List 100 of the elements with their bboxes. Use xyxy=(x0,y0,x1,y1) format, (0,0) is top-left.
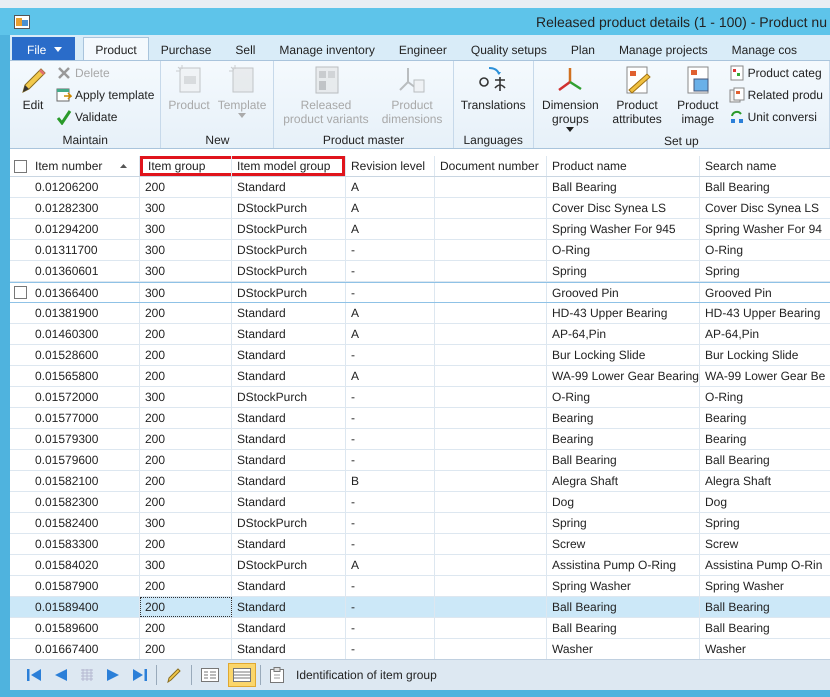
table-row[interactable]: 0.01381900 200 Standard A HD-43 Upper Bearing HD-43 Upper Bearing xyxy=(10,303,830,324)
ribbon-button[interactable]: Product image xyxy=(671,63,725,127)
table-cell: O-Ring xyxy=(552,243,590,257)
table-row[interactable]: 0.01282300 300 DStockPurch A Cover Disc Synea LS Cover Disc Synea LS xyxy=(10,198,830,219)
column-header[interactable]: Product name xyxy=(547,156,700,176)
table-cell: 0.01565800 xyxy=(35,369,98,383)
table-row[interactable]: 0.01294200 300 DStockPurch A Spring Washer For 945 Spring Washer For 94 xyxy=(10,219,830,240)
table-cell: 300 xyxy=(145,201,166,215)
table-cell: 200 xyxy=(145,642,166,656)
table-cell: Ball Bearing xyxy=(705,600,770,614)
table-cell: 200 xyxy=(145,495,166,509)
cross-icon xyxy=(56,65,72,81)
ribbon-button[interactable]: Product categ xyxy=(726,63,825,83)
ribbon-button[interactable]: Product attributes xyxy=(605,63,669,127)
table-cell: 0.01582100 xyxy=(35,474,98,488)
table-row[interactable]: 0.01582100 200 Standard B Alegra Shaft Alegra Shaft xyxy=(10,471,830,492)
column-header[interactable]: Item group xyxy=(140,156,232,176)
table-row[interactable]: 0.01360601 300 DStockPurch - Spring Spring xyxy=(10,261,830,282)
table-cell: Spring xyxy=(705,264,740,278)
table-cell: Bearing xyxy=(705,411,746,425)
table-cell: - xyxy=(351,621,355,635)
ribbon-tab[interactable]: Product xyxy=(83,37,149,60)
table-cell: 200 xyxy=(145,306,166,320)
table-cell: 0.01584020 xyxy=(35,558,98,572)
table-row[interactable]: 0.01528600 200 Standard - Bur Locking Slide Bur Locking Slide xyxy=(10,345,830,366)
table-row[interactable]: 0.01583300 200 Standard - Screw Screw xyxy=(10,534,830,555)
table-cell: 300 xyxy=(145,264,166,278)
table-cell: Standard xyxy=(237,600,286,614)
ribbon-tab[interactable]: Engineer xyxy=(386,37,459,60)
table-cell: Standard xyxy=(237,474,286,488)
table-cell: 200 xyxy=(145,474,166,488)
table-row[interactable]: 0.01366400 300 DStockPurch - Grooved Pin Grooved Pin xyxy=(10,282,830,303)
table-cell: DStockPurch xyxy=(237,558,308,572)
table-cell: DStockPurch xyxy=(237,201,308,215)
ribbon-button[interactable]: Dimension groups xyxy=(538,63,604,133)
table-row[interactable]: 0.01311700 300 DStockPurch - O-Ring O-Ring xyxy=(10,240,830,261)
file-tab[interactable]: File xyxy=(12,37,76,60)
ribbon-button[interactable]: Translations xyxy=(458,63,529,113)
column-header[interactable]: Item model group xyxy=(232,156,346,176)
ribbon-button[interactable]: Unit conversi xyxy=(726,107,825,127)
ribbon-tab[interactable]: Quality setups xyxy=(458,37,559,60)
table-cell: - xyxy=(351,243,355,257)
ribbon-tab[interactable]: Manage cos xyxy=(720,37,810,60)
table-cell: 200 xyxy=(145,411,166,425)
table-cell: 0.01460300 xyxy=(35,327,98,341)
table-cell: 200 xyxy=(145,369,166,383)
table-cell: O-Ring xyxy=(705,243,744,257)
ribbon-button[interactable]: Edit xyxy=(14,63,52,113)
table-cell: 300 xyxy=(145,516,166,530)
table-cell: 0.01366400 xyxy=(35,286,98,300)
caret-icon xyxy=(238,113,246,118)
table-cell: 0.01579300 xyxy=(35,432,98,446)
table-cell: Spring xyxy=(552,264,587,278)
table-cell: DStockPurch xyxy=(237,286,308,300)
column-header[interactable]: Search name xyxy=(700,156,830,176)
ribbon-button[interactable]: Validate xyxy=(54,107,156,127)
table-cell: 0.01589600 xyxy=(35,621,98,635)
table-row[interactable]: 0.01206200 200 Standard A Ball Bearing Ball Bearing xyxy=(10,177,830,198)
table-row[interactable]: 0.01579300 200 Standard - Bearing Bearing xyxy=(10,429,830,450)
table-row[interactable]: 0.01582400 300 DStockPurch - Spring Spring xyxy=(10,513,830,534)
table-row[interactable]: 0.01565800 200 Standard A WA-99 Lower Gear Bearing WA-99 Lower Gear Be xyxy=(10,366,830,387)
table-cell: Ball Bearing xyxy=(705,621,770,635)
row-checkbox[interactable] xyxy=(14,286,26,299)
column-header[interactable]: Revision level xyxy=(346,156,435,176)
table-cell: Ball Bearing xyxy=(705,180,770,194)
table-cell: 0.01577000 xyxy=(35,411,98,425)
table-cell: Grooved Pin xyxy=(705,286,772,300)
ribbon-tab[interactable]: Plan xyxy=(558,37,607,60)
table-cell: - xyxy=(351,411,355,425)
table-cell: Standard xyxy=(237,432,286,446)
table-row[interactable]: 0.01572000 300 DStockPurch - O-Ring O-Ring xyxy=(10,387,830,408)
ribbon-tab[interactable]: Manage inventory xyxy=(267,37,387,60)
group-label: Product master xyxy=(322,132,406,148)
ribbon-tab[interactable]: Manage projects xyxy=(606,37,720,60)
table-cell: Dog xyxy=(552,495,574,509)
table-cell: Standard xyxy=(237,537,286,551)
table-cell: Standard xyxy=(237,642,286,656)
table-row[interactable]: 0.01589400 200 Standard - Ball Bearing Ball Bearing xyxy=(10,597,830,618)
ribbon-tab[interactable]: Sell xyxy=(223,37,268,60)
table-cell: 0.01579600 xyxy=(35,453,98,467)
table-cell: Bearing xyxy=(552,411,594,425)
column-header[interactable]: Document number xyxy=(435,156,547,176)
table-row[interactable]: 0.01584020 300 DStockPurch A Assistina Pump O-Ring Assistina Pump O-Rin xyxy=(10,555,830,576)
ribbon-tab[interactable]: Purchase xyxy=(148,37,224,60)
table-row[interactable]: 0.01579600 200 Standard - Ball Bearing Ball Bearing xyxy=(10,450,830,471)
table-row[interactable]: 0.01460300 200 Standard A AP-64,Pin AP-64,Pin xyxy=(10,324,830,345)
table-cell: HD-43 Upper Bearing xyxy=(552,306,668,320)
table-cell: DStockPurch xyxy=(237,516,308,530)
table-cell: 200 xyxy=(145,180,166,194)
select-all-checkbox[interactable] xyxy=(14,160,26,172)
table-row[interactable]: 0.01589600 200 Standard - Ball Bearing Ball Bearing xyxy=(10,618,830,639)
grid-view-icon[interactable] xyxy=(228,663,256,687)
table-cell: - xyxy=(351,348,355,362)
table-row[interactable]: 0.01577000 200 Standard - Bearing Bearing xyxy=(10,408,830,429)
column-header[interactable]: Item number xyxy=(30,156,140,176)
table-row[interactable]: 0.01582300 200 Standard - Dog Dog xyxy=(10,492,830,513)
ribbon-button[interactable]: Apply template xyxy=(54,85,156,105)
ribbon-button[interactable]: Related produ xyxy=(726,85,825,105)
table-cell: Standard xyxy=(237,180,286,194)
table-cell: Standard xyxy=(237,327,286,341)
